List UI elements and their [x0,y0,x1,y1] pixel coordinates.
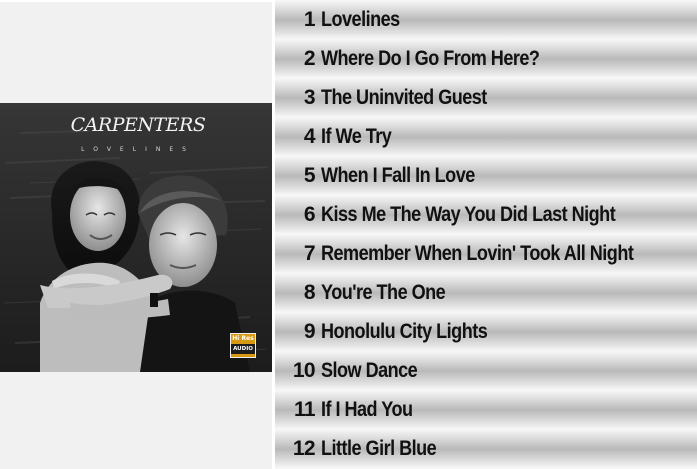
track-row[interactable]: 7 Remember When Lovin' Took All Night [275,234,697,273]
track-number: 5 [303,163,316,187]
track-number: 6 [303,202,316,226]
track-row[interactable]: 11 If I Had You [275,390,697,429]
track-title: The Uninvited Guest [321,85,487,109]
album-art-panel: CARPENTERS LOVELINES Hi Res AUDIO [0,0,272,469]
track-row[interactable]: 2 Where Do I Go From Here? [275,39,697,78]
track-number: 11 [294,397,316,421]
track-title: Slow Dance [321,358,418,382]
track-row[interactable]: 5 When I Fall In Love [275,156,697,195]
track-number: 12 [292,436,316,460]
audio-label: AUDIO [231,344,255,354]
track-number: 10 [292,358,316,382]
track-title: Lovelines [321,7,400,31]
track-row[interactable]: 1 Lovelines [275,0,697,39]
hi-res-audio-badge: Hi Res AUDIO [230,333,256,358]
track-title: Honolulu City Lights [321,319,488,343]
track-number: 3 [303,85,316,109]
track-row[interactable]: 3 The Uninvited Guest [275,78,697,117]
track-row[interactable]: 9 Honolulu City Lights [275,312,697,351]
top-strip [0,0,272,2]
track-title: Remember When Lovin' Took All Night [321,241,634,265]
track-title: Little Girl Blue [321,436,437,460]
track-title: Kiss Me The Way You Did Last Night [321,202,616,226]
track-row[interactable]: 4 If We Try [275,117,697,156]
album-cover: CARPENTERS LOVELINES Hi Res AUDIO [0,103,272,372]
track-row[interactable]: 6 Kiss Me The Way You Did Last Night [275,195,697,234]
track-title: Where Do I Go From Here? [321,46,540,70]
track-number: 4 [303,124,316,148]
track-title: When I Fall In Love [321,163,475,187]
album-title: LOVELINES [81,146,195,153]
artist-logo: CARPENTERS [71,114,206,136]
track-number: 7 [303,241,316,265]
track-number: 2 [303,46,316,70]
track-title: You're The One [321,280,446,304]
track-title: If We Try [321,124,392,148]
track-title: If I Had You [321,397,413,421]
track-row[interactable]: 12 Little Girl Blue [275,429,697,468]
track-number: 9 [303,319,316,343]
tracklist: 1 Lovelines 2 Where Do I Go From Here? 3… [275,0,697,469]
track-row[interactable]: 8 You're The One [275,273,697,312]
track-number: 1 [303,7,316,31]
track-row[interactable]: 10 Slow Dance [275,351,697,390]
track-number: 8 [303,280,316,304]
hi-res-label: Hi Res [232,335,254,342]
